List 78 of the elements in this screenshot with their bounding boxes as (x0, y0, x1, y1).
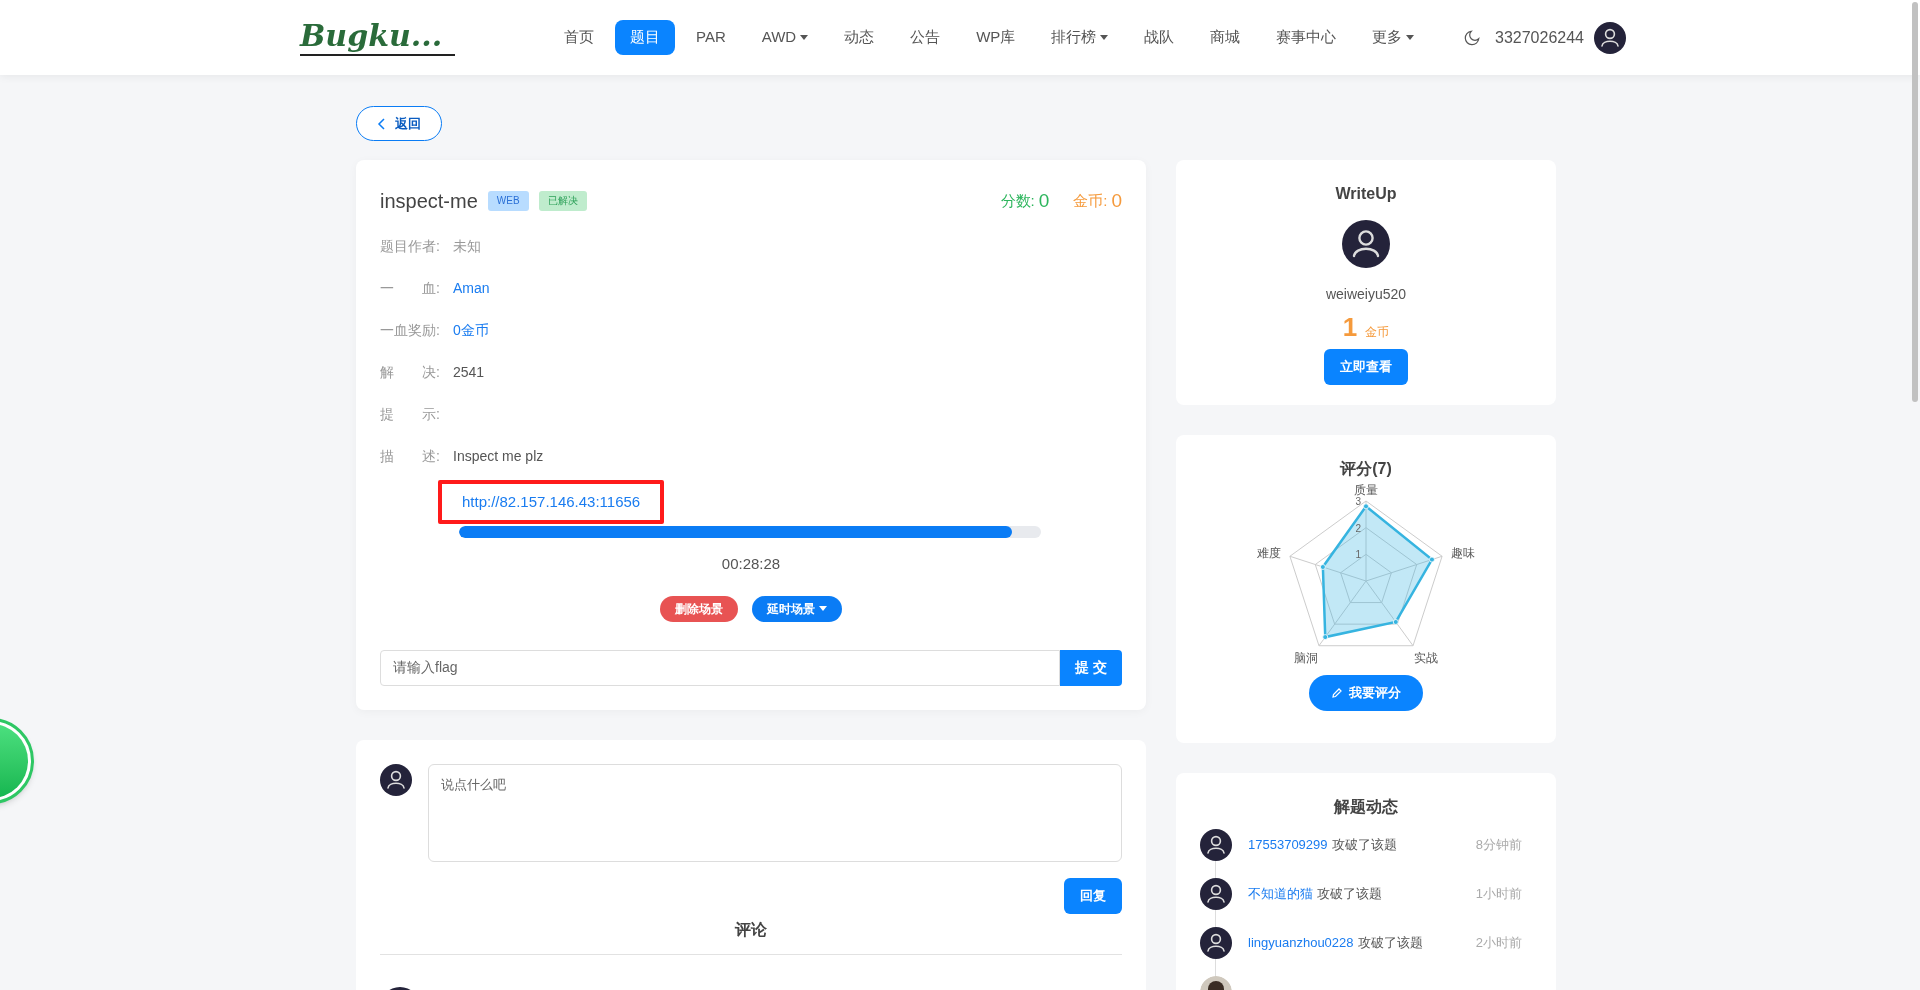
tag: 已解决 (538, 191, 587, 211)
field-value: 未知 (453, 236, 481, 256)
moon-icon[interactable] (1463, 28, 1481, 47)
field-label: 描 述: (380, 446, 441, 466)
user-id[interactable]: 3327026244 (1495, 25, 1584, 50)
nav-item[interactable]: 商城 (1195, 20, 1256, 55)
field-value[interactable]: Aman (453, 277, 490, 299)
solver-name[interactable]: 不知道的猫 (1248, 884, 1313, 904)
view-writeup-button[interactable]: 立即查看 (1324, 349, 1408, 385)
challenge-url[interactable]: http://82.157.146.43:11656 (462, 493, 641, 510)
tick-label: 3 (1355, 496, 1361, 507)
tag: WEB (487, 191, 529, 211)
chevron-left-icon (377, 117, 385, 130)
nav-item[interactable]: WP库 (961, 20, 1031, 55)
card-title: WriteUp (1335, 184, 1397, 204)
scene-button[interactable]: 延时场景 (752, 595, 842, 622)
rate-button[interactable]: 我要评分 (1309, 675, 1423, 711)
score-label: 分数: (1000, 190, 1035, 211)
challenge-title: inspect-me (380, 189, 478, 214)
score-value: 0 (1038, 188, 1050, 213)
field-label: 一 血: (380, 278, 441, 298)
caret-icon (800, 35, 809, 40)
field-label: 提 示: (380, 404, 441, 424)
nav-item[interactable]: 公告 (895, 20, 956, 55)
field-label: 解 决: (380, 362, 441, 382)
card-title: 评分(7) (1340, 459, 1392, 479)
nav-item[interactable]: 首页 (549, 20, 609, 55)
flag-field[interactable]: 请输入flag (380, 649, 1060, 686)
axis-label: 实战 (1413, 651, 1438, 666)
nav-item[interactable]: 赛事中心 (1261, 20, 1352, 55)
solve-action: 攻破了该题 (1317, 885, 1382, 904)
avatar-icon (380, 763, 412, 796)
solver-name[interactable]: lingyuanzhou0228 (1248, 933, 1354, 953)
solve-time: 2小时前 (1475, 934, 1522, 953)
submit-button[interactable]: 提 交 (1060, 649, 1122, 686)
caret-icon (1406, 35, 1415, 40)
axis-label: 难度 (1257, 545, 1281, 560)
field-value: Inspect me plz (453, 446, 544, 466)
card-title: 解题动态 (1334, 797, 1398, 817)
solve-time: 8分钟前 (1475, 836, 1522, 855)
solve-action: 攻破了该题 (1331, 836, 1397, 855)
axis-label: 脑洞 (1294, 651, 1319, 666)
price-unit: 金币 (1365, 324, 1390, 341)
coins-value: 0 (1111, 188, 1122, 213)
axis-label: 趣味 (1451, 545, 1475, 560)
tick-label: 2 (1355, 522, 1361, 534)
field-label: 题目作者: (380, 236, 441, 256)
caret-icon (1100, 35, 1109, 40)
tick-label: 1 (1355, 549, 1361, 561)
solver-name[interactable]: 17553709299 (1248, 835, 1328, 855)
scrollbar-thumb[interactable] (1912, 2, 1918, 402)
axis-label: 质量 (1354, 483, 1378, 497)
countdown-timer: 00:28:28 (721, 554, 781, 574)
comments-heading: 评论 (735, 919, 767, 940)
field-label: 一血奖励: (380, 320, 441, 340)
scene-button[interactable]: 删除场景 (660, 595, 738, 622)
nav-item[interactable]: AWD (746, 20, 824, 55)
solve-action: 攻破了该题 (1357, 934, 1423, 953)
field-value: 2541 (453, 362, 485, 382)
writeup-author: weiweiyu520 (1325, 285, 1407, 304)
nav-item[interactable]: 战队 (1129, 20, 1190, 55)
nav-item[interactable]: 排行榜 (1036, 20, 1124, 55)
nav-item[interactable]: 题目 (615, 20, 675, 55)
logo[interactable]: Bugku... (300, 19, 455, 56)
field-value[interactable]: 0金币 (453, 319, 489, 341)
avatar-icon (1342, 220, 1390, 268)
reply-button[interactable]: 回复 (1064, 877, 1122, 914)
nav-item[interactable]: 更多 (1357, 20, 1430, 55)
writeup-price: 1 (1342, 313, 1358, 341)
comment-field[interactable]: 说点什么吧 (428, 763, 1122, 862)
user-avatar (1594, 21, 1626, 54)
coins-label: 金币: (1073, 190, 1108, 211)
nav-item[interactable]: 动态 (829, 20, 890, 55)
caret-icon (819, 606, 827, 611)
back-button[interactable]: 返回 (356, 106, 442, 141)
nav-item[interactable]: PAR (681, 20, 741, 55)
solve-time: 1小时前 (1475, 885, 1522, 904)
pencil-icon (1331, 687, 1343, 699)
